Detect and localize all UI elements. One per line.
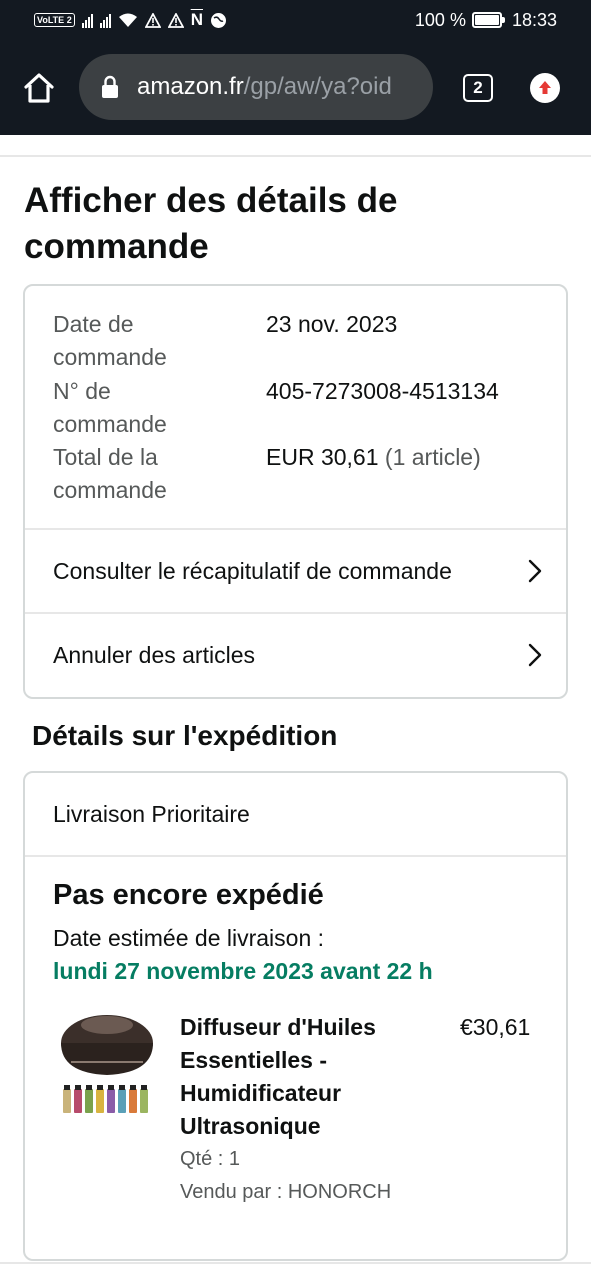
- order-summary-card: Date de commande 23 nov. 2023 N° de comm…: [23, 284, 568, 699]
- product-quantity: Qté : 1: [180, 1148, 241, 1170]
- shipment-status: Pas encore expédié: [53, 879, 324, 911]
- wifi-icon: [118, 13, 137, 27]
- estimated-delivery-label: Date estimée de livraison :: [53, 925, 325, 951]
- chevron-right-icon: [528, 643, 542, 667]
- shipment-card: Livraison Prioritaire Pas encore expédié…: [23, 771, 568, 1261]
- browser-toolbar: amazon.fr/gp/aw/ya?oid 2: [0, 40, 591, 135]
- order-total-label: Total de la commande: [53, 444, 167, 503]
- product-thumbnail[interactable]: [57, 1013, 157, 1117]
- battery-icon: [471, 12, 505, 28]
- tab-switcher-button[interactable]: 2: [463, 74, 493, 102]
- cancel-items-link[interactable]: Annuler des articles: [25, 612, 566, 696]
- nfc-icon: N: [190, 10, 203, 29]
- signal-icon-2: [99, 12, 111, 28]
- article-count: (1 article): [384, 444, 481, 470]
- signal-icon: [81, 12, 93, 28]
- url-text: amazon.fr/gp/aw/ya?oid: [137, 73, 392, 100]
- product-seller: Vendu par : HONORCH: [180, 1181, 392, 1203]
- page-bottom-divider: [0, 1262, 591, 1280]
- clock-time: 18:33: [511, 9, 557, 30]
- product-title-link[interactable]: Diffuseur d'Huiles Essentielles - Humidi…: [180, 1011, 410, 1143]
- status-bar: VoLTE 2 N 100 % 18:33: [0, 0, 591, 40]
- product-price: €30,61: [460, 1014, 531, 1040]
- shipment-section-title: Détails sur l'expédition: [32, 720, 338, 751]
- view-order-summary-label: Consulter le récapitulatif de commande: [53, 557, 452, 584]
- cancel-items-label: Annuler des articles: [53, 641, 255, 668]
- view-order-summary-link[interactable]: Consulter le récapitulatif de commande: [25, 528, 566, 612]
- order-number-value: 405-7273008-4513134: [266, 378, 499, 404]
- battery-percent: 100 %: [414, 9, 466, 30]
- order-total-value: EUR 30,61 (1 article): [266, 444, 481, 470]
- address-bar[interactable]: amazon.fr/gp/aw/ya?oid: [79, 54, 433, 120]
- tab-count: 2: [473, 78, 483, 97]
- warning-icon-2: [167, 12, 184, 28]
- volte-badge: VoLTE 2: [34, 13, 75, 27]
- header-spacer: [0, 135, 591, 157]
- chevron-right-icon: [528, 559, 542, 583]
- estimated-delivery-date: lundi 27 novembre 2023 avant 22 h: [53, 958, 433, 984]
- update-arrow-icon[interactable]: [530, 73, 560, 103]
- shipping-method: Livraison Prioritaire: [25, 773, 566, 857]
- warning-icon: [144, 12, 161, 28]
- page-title: Afficher des détails de commande: [24, 181, 398, 266]
- order-date-value: 23 nov. 2023: [266, 311, 398, 337]
- order-date-label: Date de commande: [53, 311, 167, 370]
- lock-icon: [102, 75, 118, 98]
- globe-icon: [210, 12, 226, 28]
- home-icon[interactable]: [22, 71, 56, 105]
- order-number-label: N° de commande: [53, 378, 167, 437]
